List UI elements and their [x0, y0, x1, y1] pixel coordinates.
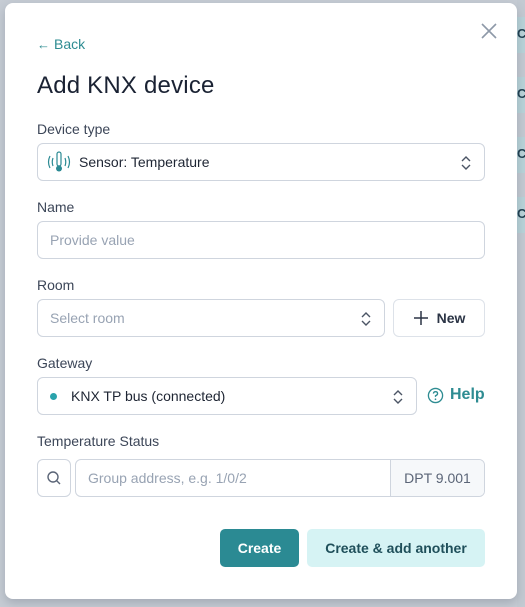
device-type-value: Sensor: Temperature [79, 154, 210, 170]
back-link[interactable]: ← Back [37, 36, 85, 52]
plus-icon [413, 311, 428, 325]
help-link[interactable]: Help [427, 386, 485, 404]
device-type-label: Device type [37, 121, 111, 137]
page-title: Add KNX device [37, 72, 215, 99]
gateway-select[interactable]: KNX TP bus (connected) [37, 377, 417, 415]
background-row-text: C [517, 26, 525, 41]
new-room-label: New [436, 310, 466, 326]
status-dot-icon [50, 392, 57, 400]
room-label: Room [37, 277, 75, 293]
create-button[interactable]: Create [220, 529, 299, 567]
background-row: C [517, 197, 525, 233]
gateway-label: Gateway [37, 355, 93, 371]
name-input[interactable]: Provide value [37, 221, 485, 259]
dpt-badge: DPT 9.001 [390, 460, 484, 496]
question-circle-icon [427, 387, 444, 403]
background-row-text: C [517, 86, 525, 101]
temperature-status-label: Temperature Status [37, 433, 160, 449]
back-label: Back [54, 36, 86, 52]
room-select[interactable]: Select room [37, 299, 385, 337]
thermometer-signal-icon [47, 151, 71, 172]
room-placeholder: Select room [50, 310, 125, 326]
chevron-up-down-icon [393, 390, 403, 404]
close-button[interactable] [478, 20, 500, 42]
search-group-address-button[interactable] [37, 459, 71, 497]
group-address-field: Group address, e.g. 1/0/2 DPT 9.001 [75, 459, 485, 497]
group-address-input[interactable]: Group address, e.g. 1/0/2 [76, 460, 390, 496]
background-row: C [517, 77, 525, 113]
gateway-value: KNX TP bus (connected) [71, 388, 226, 404]
background-row-text: C [517, 206, 525, 221]
close-icon [481, 23, 497, 39]
search-icon [47, 471, 61, 485]
device-type-select[interactable]: Sensor: Temperature [37, 143, 485, 181]
help-label: Help [450, 386, 485, 403]
chevron-up-down-icon [361, 312, 371, 326]
group-address-placeholder: Group address, e.g. 1/0/2 [88, 470, 247, 486]
new-room-button[interactable]: New [393, 299, 485, 337]
background-row-text: C [517, 146, 525, 161]
create-and-add-another-button[interactable]: Create & add another [307, 529, 485, 567]
chevron-up-down-icon [461, 156, 471, 170]
name-label: Name [37, 199, 75, 215]
name-placeholder: Provide value [50, 232, 135, 248]
background-row: C [517, 137, 525, 173]
background-row: C [517, 17, 525, 53]
arrow-left-icon: ← [37, 36, 50, 52]
